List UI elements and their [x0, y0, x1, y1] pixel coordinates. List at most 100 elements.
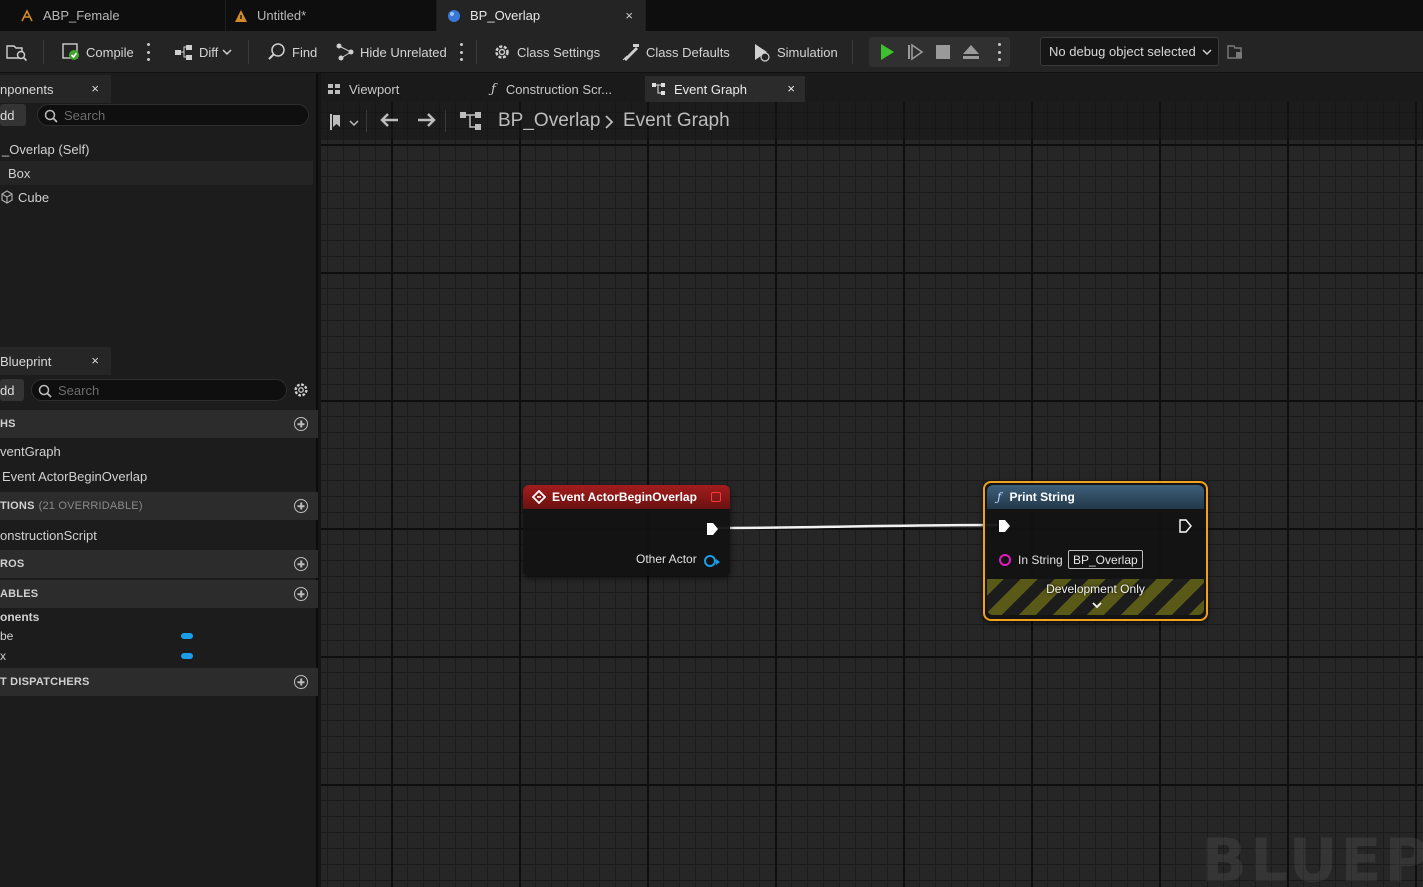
add-function-icon[interactable]: [294, 499, 308, 513]
compile-options-icon[interactable]: [146, 43, 150, 61]
hide-unrelated-button[interactable]: Hide Unrelated: [335, 40, 447, 64]
close-panel-icon[interactable]: ×: [91, 81, 99, 96]
variable-label: x: [0, 649, 6, 663]
find-button[interactable]: Find: [267, 40, 317, 64]
add-dispatcher-icon[interactable]: [294, 675, 308, 689]
compile-button[interactable]: Compile: [61, 40, 134, 64]
debug-object-dropdown[interactable]: No debug object selected: [1040, 37, 1219, 66]
document-tab-bar: ABP_Female Untitled* BP_Overlap ×: [0, 0, 1423, 31]
left-panel: nponents × dd Search _Overlap (Self) Box…: [0, 73, 318, 887]
tab-viewport[interactable]: Viewport: [327, 76, 487, 102]
find-icon: [268, 43, 285, 60]
functions-category[interactable]: TIONS (21 OVERRIDABLE): [0, 492, 318, 520]
components-search-input[interactable]: Search: [37, 104, 309, 126]
object-type-pill: [181, 653, 193, 659]
blueprint-search-input[interactable]: Search: [31, 379, 287, 401]
category-label: HS: [0, 418, 16, 430]
event-node-header: Event ActorBeginOverlap: [523, 485, 730, 509]
exec-out-pin-icon[interactable]: [705, 522, 719, 536]
browse-button[interactable]: [6, 40, 35, 64]
other-actor-pin-label: Other Actor: [636, 552, 697, 566]
variables-category[interactable]: ABLES: [0, 580, 318, 608]
add-component-button[interactable]: dd: [0, 104, 26, 126]
doc-tab-untitled[interactable]: Untitled*: [226, 0, 437, 31]
object-pin-icon[interactable]: [704, 555, 716, 567]
exec-in-pin-icon[interactable]: [997, 519, 1011, 533]
macros-category[interactable]: ROS: [0, 550, 318, 578]
function-icon: ƒ: [997, 490, 1002, 504]
variable-item-box[interactable]: x: [0, 646, 318, 666]
class-settings-button[interactable]: Class Settings: [492, 40, 600, 64]
close-panel-icon[interactable]: ×: [91, 353, 99, 368]
diff-button[interactable]: Diff: [174, 40, 238, 64]
event-actor-begin-overlap-node[interactable]: Event ActorBeginOverlap Other Actor: [523, 485, 730, 576]
chevron-down-icon[interactable]: [349, 118, 359, 128]
print-string-node[interactable]: ƒ Print String In String BP_Overlap Deve…: [983, 481, 1208, 621]
debug-object-value: No debug object selected: [1049, 44, 1196, 59]
component-item-cube[interactable]: Cube: [0, 185, 313, 209]
add-graph-icon[interactable]: [294, 417, 308, 431]
event-icon: [532, 490, 546, 504]
variable-item-cube[interactable]: be: [0, 626, 318, 646]
back-arrow-icon[interactable]: [379, 112, 399, 128]
graphs-category[interactable]: HS: [0, 410, 318, 438]
component-item-box[interactable]: Box: [0, 161, 313, 185]
simulation-button[interactable]: Simulation: [752, 40, 838, 64]
component-item-self[interactable]: _Overlap (Self): [0, 137, 313, 161]
tab-construction-script[interactable]: ƒ Construction Scr...: [489, 76, 641, 102]
components-variable-group[interactable]: onents: [0, 607, 318, 627]
add-variable-icon[interactable]: [294, 587, 308, 601]
hide-unrelated-options-icon[interactable]: [459, 43, 463, 61]
bookmark-icon[interactable]: [330, 114, 344, 130]
graph-label: Event ActorBeginOverlap: [2, 468, 148, 484]
add-label: dd: [0, 382, 15, 398]
category-label: T DISPATCHERS: [0, 676, 90, 688]
components-tab[interactable]: nponents ×: [0, 75, 111, 103]
event-graph-canvas[interactable]: Event ActorBeginOverlap Other Actor ƒ Pr…: [321, 102, 1423, 887]
my-blueprint-tab[interactable]: Blueprint ×: [0, 347, 111, 375]
step-icon[interactable]: [906, 43, 924, 61]
tab-label: Construction Scr...: [505, 81, 613, 97]
development-only-banner: Development Only: [987, 579, 1204, 615]
search-placeholder: Search: [64, 107, 106, 123]
play-icon[interactable]: [878, 43, 896, 61]
graph-item-eventgraph[interactable]: ventGraph: [0, 439, 313, 463]
delegate-pin-icon[interactable]: [711, 492, 721, 502]
class-defaults-label: Class Defaults: [646, 44, 730, 60]
blueprint-class-icon: [447, 9, 461, 23]
doc-tab-abp-female[interactable]: ABP_Female: [0, 0, 226, 31]
in-string-pin-label: In String: [1018, 553, 1063, 567]
close-tab-icon[interactable]: ×: [787, 81, 795, 96]
components-tab-label: nponents: [0, 81, 54, 97]
string-pin-icon[interactable]: [999, 554, 1011, 566]
function-icon: ƒ: [491, 81, 496, 97]
tab-event-graph[interactable]: Event Graph ×: [645, 76, 805, 102]
stop-icon[interactable]: [934, 43, 952, 61]
exec-out-pin-icon[interactable]: [1178, 519, 1192, 533]
graph-item-actor-begin-overlap[interactable]: Event ActorBeginOverlap: [0, 464, 313, 488]
doc-tab-bp-overlap[interactable]: BP_Overlap ×: [437, 0, 646, 31]
function-item-construction-script[interactable]: onstructionScript: [0, 523, 313, 547]
forward-arrow-icon[interactable]: [417, 112, 437, 128]
add-macro-icon[interactable]: [294, 557, 308, 571]
class-defaults-button[interactable]: Class Defaults: [621, 40, 730, 64]
breadcrumb-blueprint[interactable]: BP_Overlap: [498, 110, 600, 132]
find-label: Find: [292, 44, 318, 60]
tab-label: Viewport: [349, 81, 400, 97]
component-label: Box: [8, 165, 31, 181]
component-label: _Overlap (Self): [2, 141, 90, 157]
expand-chevron-icon[interactable]: [1091, 601, 1103, 611]
close-tab-icon[interactable]: ×: [625, 8, 633, 23]
in-string-input[interactable]: BP_Overlap: [1068, 550, 1143, 569]
gear-icon[interactable]: [292, 381, 310, 399]
hide-unrelated-icon: [336, 43, 354, 61]
event-dispatchers-category[interactable]: T DISPATCHERS: [0, 668, 318, 696]
print-node-header: ƒ Print String: [987, 485, 1204, 509]
class-defaults-icon: [622, 44, 639, 61]
compile-icon: [62, 43, 79, 60]
play-options-icon[interactable]: [997, 43, 1001, 61]
debug-filter-icon[interactable]: [1226, 43, 1244, 61]
breadcrumb-graph: Event Graph: [623, 110, 730, 131]
add-member-button[interactable]: dd: [0, 379, 24, 401]
eject-icon[interactable]: [962, 43, 980, 61]
